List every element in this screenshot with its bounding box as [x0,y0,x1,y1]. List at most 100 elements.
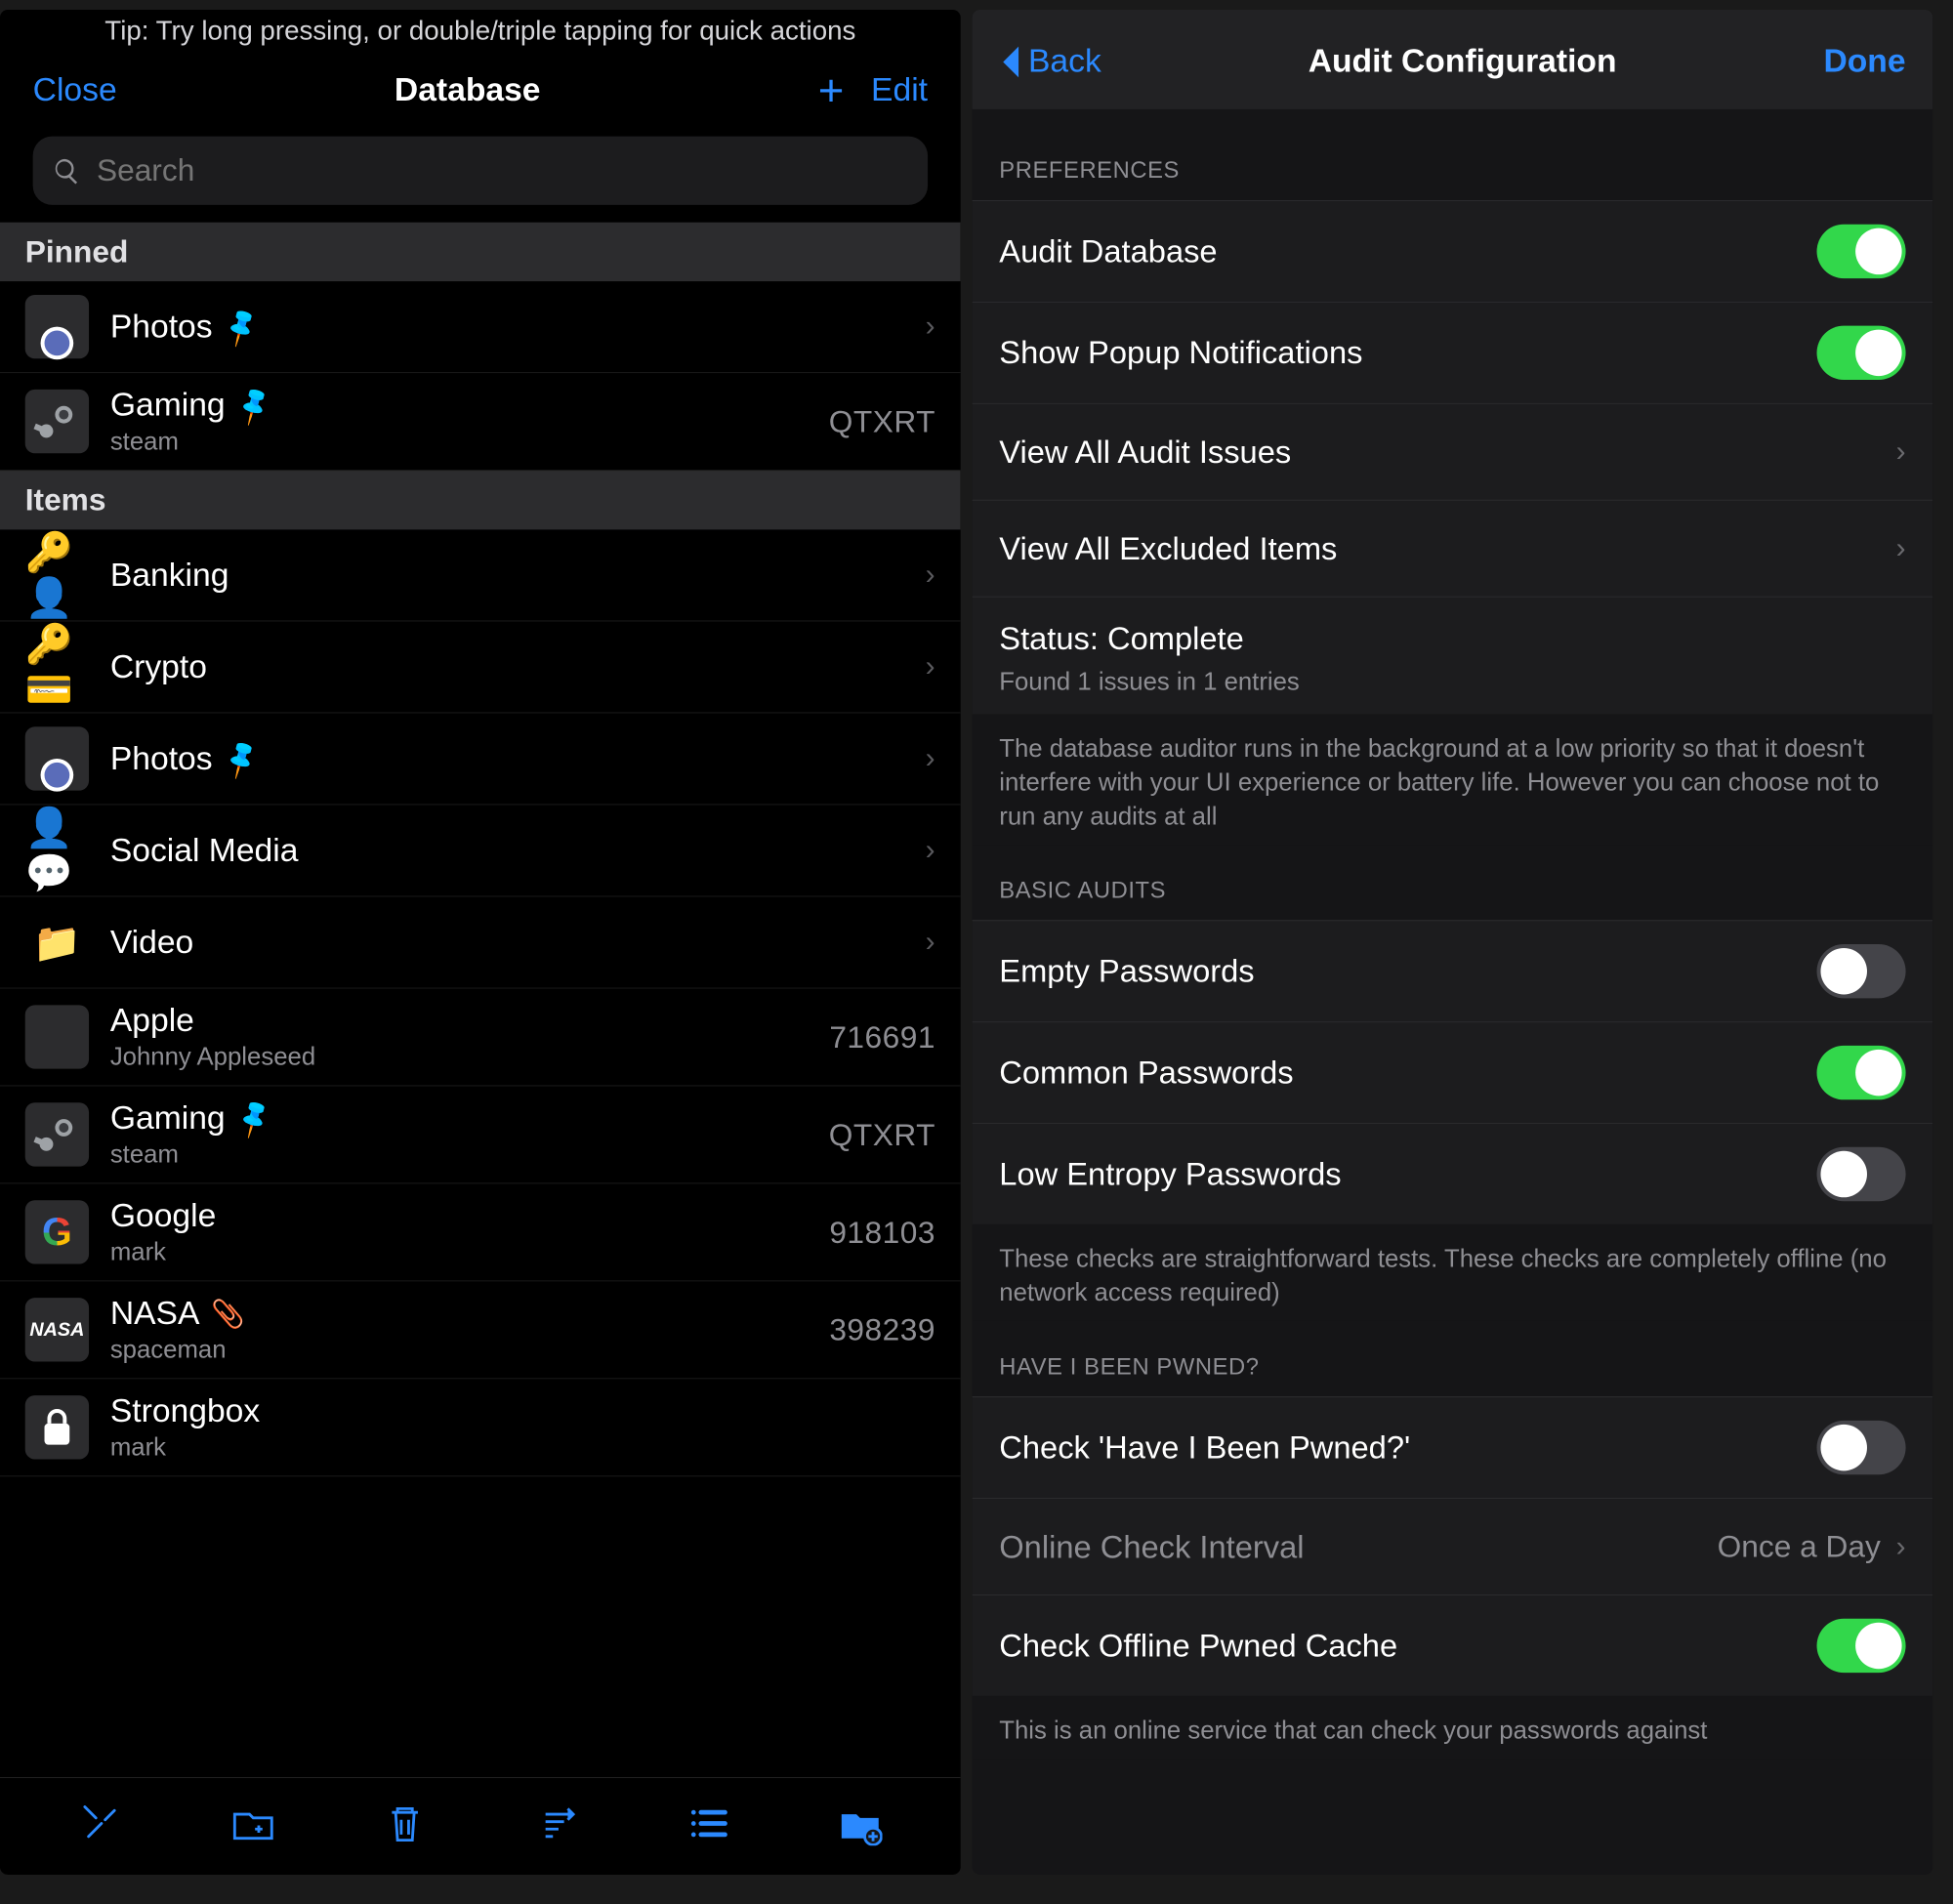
settings-row[interactable]: Online Check Interval Once a Day › [973,1499,1933,1595]
steam-icon [25,390,89,453]
add-icon[interactable]: + [818,79,845,102]
list-item[interactable]: NASANASA📎spaceman398239 [0,1281,961,1379]
tip-banner: Tip: Try long pressing, or double/triple… [0,10,961,65]
chevron-right-icon: › [926,926,935,959]
chevron-right-icon: › [926,650,935,683]
list-item[interactable]: 📁Video› [0,896,961,988]
item-title: Photos [110,308,213,346]
group-footer: The database auditor runs in the backgro… [973,714,1933,845]
folder-import-icon[interactable] [224,1800,281,1847]
item-title: Photos [110,740,213,778]
chevron-right-icon: › [1896,435,1906,469]
close-button[interactable]: Close [33,71,117,109]
screen-title: Database [395,71,541,109]
search-icon [52,156,81,186]
toggle-switch[interactable] [1817,1421,1906,1474]
settings-row: Audit Database [973,200,1933,302]
chevron-left-icon [999,44,1022,79]
search-field[interactable] [95,151,908,189]
group-header: HAVE I BEEN PWNED? [973,1321,1933,1396]
camera-icon [25,295,89,358]
edit-button[interactable]: Edit [871,71,928,109]
toggle-switch[interactable] [1817,1046,1906,1099]
item-title: Banking [110,557,229,595]
list-item[interactable]: AppleJohnny Appleseed716691 [0,989,961,1087]
settings-row-label: Audit Database [999,233,1217,270]
list-item[interactable]: Photos📌› [0,713,961,805]
settings-row[interactable]: View All Excluded Items› [973,500,1933,597]
chevron-right-icon: › [1896,1531,1906,1564]
pin-icon: 📌 [231,1097,276,1141]
sort-icon[interactable] [527,1800,585,1847]
toggle-switch[interactable] [1817,326,1906,380]
back-label: Back [1028,43,1101,81]
chevron-right-icon: › [926,310,935,344]
item-title: Google [110,1197,217,1235]
chevron-right-icon: › [926,834,935,867]
item-code: 398239 [829,1312,935,1348]
settings-row-label: View All Excluded Items [999,530,1337,567]
avatar-icon: 👤💬 [25,818,89,882]
trash-icon[interactable] [375,1800,433,1847]
toggle-switch[interactable] [1817,944,1906,998]
item-title: Video [110,924,193,962]
list-item[interactable]: 🔑💳Crypto› [0,621,961,713]
item-title: NASA [110,1295,200,1333]
item-code: QTXRT [829,1117,935,1153]
item-subtitle: Johnny Appleseed [110,1042,809,1072]
database-screen: Tip: Try long pressing, or double/triple… [0,10,961,1875]
item-subtitle: spaceman [110,1335,809,1365]
audit-config-screen: Back Audit Configuration Done PREFERENCE… [973,10,1933,1875]
item-code: QTXRT [829,403,935,439]
settings-row: Common Passwords [973,1021,1933,1123]
settings-row-label: Online Check Interval [999,1529,1304,1566]
toggle-switch[interactable] [1817,1619,1906,1673]
bottom-toolbar [0,1777,961,1875]
section-items-header: Items [0,471,961,529]
settings-row: Check 'Have I Been Pwned?' [973,1397,1933,1499]
settings-nav-bar: Back Audit Configuration Done [973,10,1933,109]
back-button[interactable]: Back [999,43,1101,81]
keycard-icon: 🔑💳 [25,635,89,698]
settings-row-label: Check 'Have I Been Pwned?' [999,1429,1410,1467]
settings-title: Audit Configuration [1309,43,1617,81]
settings-row: Check Offline Pwned Cache [973,1594,1933,1696]
nasa-icon: NASA [25,1298,89,1361]
item-subtitle: steam [110,1139,808,1170]
status-block: Status: Complete Found 1 issues in 1 entr… [973,597,1933,715]
list-item[interactable]: 👤💬Social Media› [0,805,961,896]
list-item[interactable]: Gaming📌steamQTXRT [0,373,961,471]
toggle-switch[interactable] [1817,225,1906,278]
list-item[interactable]: Photos📌› [0,281,961,373]
settings-row[interactable]: View All Audit Issues› [973,403,1933,500]
apple-icon [25,1005,89,1068]
item-title: Apple [110,1002,194,1040]
camera-icon [25,726,89,790]
settings-row-value: Once a Day [1718,1529,1881,1565]
group-header: PREFERENCES [973,109,1933,200]
settings-row-label: Common Passwords [999,1055,1293,1092]
settings-row-label: Empty Passwords [999,953,1254,990]
done-button[interactable]: Done [1823,43,1905,81]
status-sublabel: Found 1 issues in 1 entries [999,667,1905,697]
pin-icon: 📌 [231,383,276,428]
item-title: Gaming [110,1099,226,1138]
list-item[interactable]: Gaming📌steam QTXRT [0,1086,961,1183]
nav-bar: Close Database + Edit [0,65,961,136]
toggle-switch[interactable] [1817,1147,1906,1201]
search-input[interactable] [33,137,928,205]
new-folder-icon[interactable] [831,1800,889,1847]
group-header: BASIC AUDITS [973,845,1933,920]
settings-row-label: Low Entropy Passwords [999,1156,1341,1193]
settings-row: Show Popup Notifications [973,302,1933,403]
list-item[interactable]: 🔑👤Banking› [0,529,961,621]
list-item[interactable]: Strongboxmark [0,1379,961,1476]
chevron-right-icon: › [926,742,935,775]
group-footer: This is an online service that can check… [973,1696,1933,1759]
status-label: Status: Complete [999,620,1905,657]
list-icon[interactable] [679,1800,736,1847]
list-item[interactable]: GGooglemark918103 [0,1183,961,1281]
tools-icon[interactable] [72,1800,130,1847]
item-title: Strongbox [110,1392,260,1430]
settings-row: Empty Passwords [973,921,1933,1022]
